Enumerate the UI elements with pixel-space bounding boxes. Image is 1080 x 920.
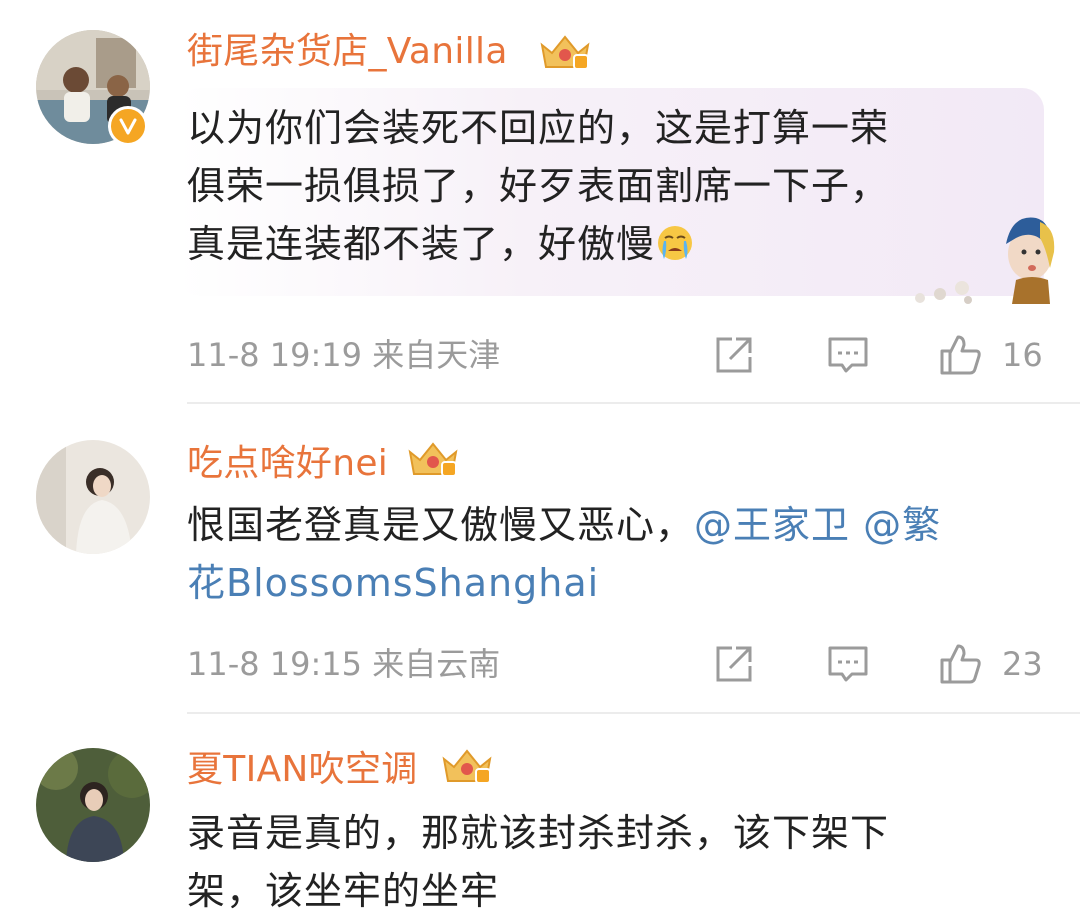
location: 来自云南 [372, 645, 501, 683]
divider [187, 402, 1080, 404]
avatar[interactable] [36, 440, 150, 554]
like-icon[interactable] [938, 642, 982, 686]
like-count: 16 [1002, 336, 1043, 374]
username[interactable]: 街尾杂货店_Vanilla [187, 30, 508, 74]
comment-text: 恨国老登真是又傲慢又恶心，@王家卫 @繁 花BlossomsShanghai [187, 503, 942, 605]
username[interactable]: 夏TIAN吹空调 [187, 748, 418, 792]
comment-text: 录音是真的，那就该封杀封杀，该下架下 架，该坐牢的坐牢 [187, 811, 890, 913]
mention-link-continued[interactable]: 花BlossomsShanghai [187, 561, 599, 605]
crown-badge-icon [540, 35, 590, 70]
username[interactable]: 吃点啥好nei [187, 442, 388, 486]
like-icon[interactable] [938, 333, 982, 377]
comment-text: 以为你们会装死不回应的，这是打算一荣 俱荣一损俱损了，好歹表面割席一下子， 真是… [187, 106, 890, 266]
divider [187, 712, 1080, 714]
mention-link[interactable]: @王家卫 [694, 503, 850, 547]
crown-badge-icon [408, 442, 458, 477]
comment-icon[interactable] [826, 642, 870, 686]
verified-badge-icon [108, 106, 148, 146]
share-icon[interactable] [712, 333, 756, 377]
like-count: 23 [1002, 645, 1043, 683]
comment-meta: 11-8 19:15 来自云南 [187, 644, 500, 684]
comment-meta: 11-8 19:19 来自天津 [187, 335, 500, 375]
timestamp: 11-8 19:15 [187, 645, 363, 683]
timestamp: 11-8 19:19 [187, 336, 363, 374]
crown-badge-icon [442, 749, 492, 784]
crying-emoji [658, 226, 693, 260]
avatar[interactable] [36, 748, 150, 862]
comment-icon[interactable] [826, 333, 870, 377]
mention-link[interactable]: @繁 [863, 503, 941, 547]
share-icon[interactable] [712, 642, 756, 686]
location: 来自天津 [372, 336, 501, 374]
